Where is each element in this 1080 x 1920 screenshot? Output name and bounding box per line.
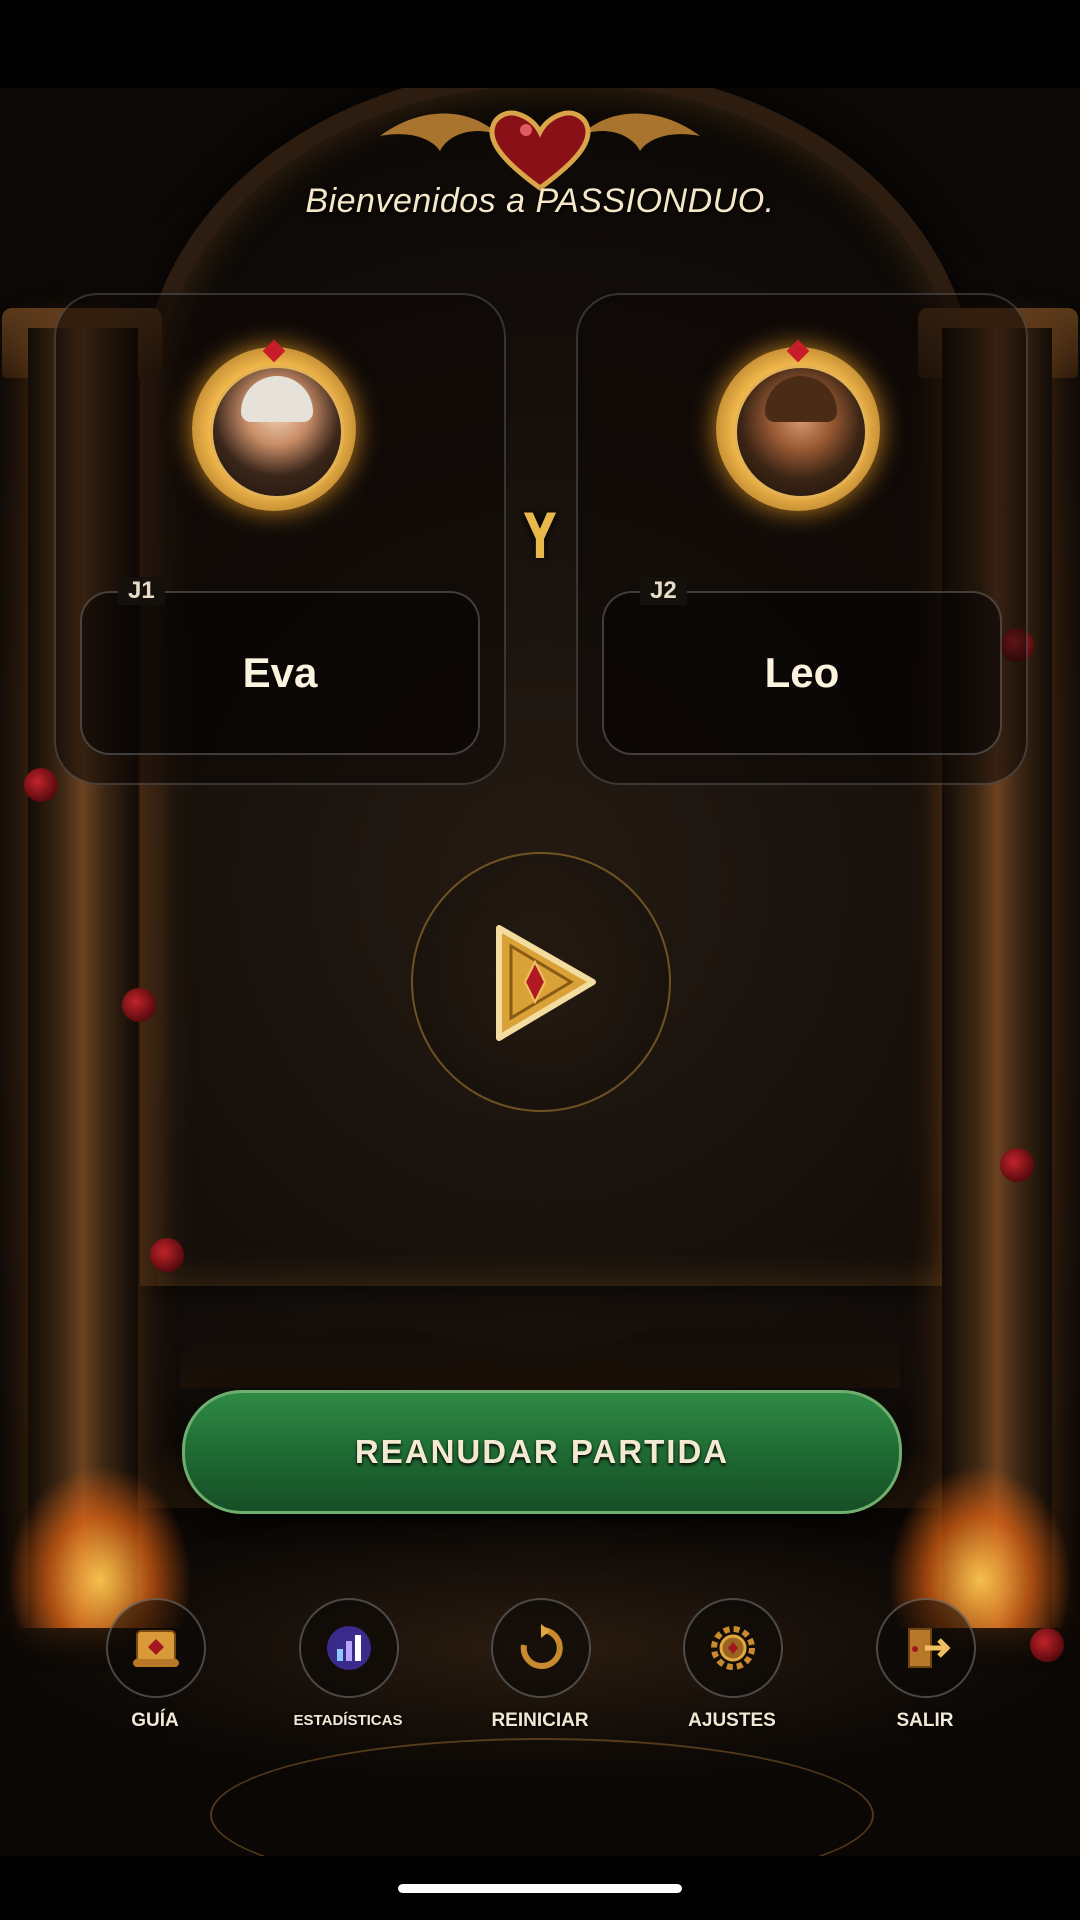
resume-game-button[interactable]: REANUDAR PARTIDA xyxy=(182,1390,902,1514)
menu-restart-circle xyxy=(491,1598,591,1698)
player-2-name: Leo xyxy=(764,649,840,696)
player-2-avatar[interactable] xyxy=(716,339,880,511)
stats-chart-icon xyxy=(327,1626,371,1670)
rose-decoration xyxy=(122,988,156,1022)
player-2-name-field[interactable]: J2 Leo xyxy=(602,577,1002,755)
menu-guide-button[interactable]: GUÍA xyxy=(70,1598,240,1738)
resume-game-label: REANUDAR PARTIDA xyxy=(354,1433,730,1470)
play-button[interactable] xyxy=(411,852,671,1112)
menu-exit-button[interactable]: SALIR xyxy=(840,1598,1010,1738)
home-indicator[interactable] xyxy=(398,1884,682,1893)
menu-stats-circle xyxy=(299,1598,399,1698)
exit-door-icon xyxy=(908,1628,951,1668)
welcome-title: Bienvenidos a PASSIONDUO. xyxy=(305,182,775,220)
menu-exit-circle xyxy=(876,1598,976,1698)
scroll-book-icon xyxy=(133,1630,179,1667)
menu-guide-circle xyxy=(106,1598,206,1698)
player-1-card: J1 Eva xyxy=(54,293,506,785)
rose-decoration xyxy=(1030,1628,1064,1662)
restart-arrow-icon xyxy=(520,1624,563,1669)
menu-exit-label: SALIR xyxy=(896,1710,954,1731)
man-portrait-icon xyxy=(734,365,868,499)
woman-portrait-icon xyxy=(210,365,344,499)
player-1-tag: J1 xyxy=(118,577,165,605)
player-1-name-field[interactable]: J1 Eva xyxy=(80,577,480,755)
connector-letter: Y xyxy=(524,500,556,573)
heart-gem-icon xyxy=(786,339,810,363)
heart-ornament-icon xyxy=(380,110,700,192)
menu-guide-label: GUÍA xyxy=(131,1710,179,1731)
player-2-card: J2 Leo xyxy=(576,293,1028,785)
menu-stats-button[interactable]: ESTADÍSTICAS xyxy=(263,1598,433,1738)
menu-settings-button[interactable]: AJUSTES xyxy=(647,1598,817,1738)
menu-settings-label: AJUSTES xyxy=(688,1710,776,1731)
heart-gem-icon xyxy=(262,339,286,363)
rose-decoration xyxy=(150,1238,184,1272)
menu-settings-circle xyxy=(683,1598,783,1698)
rose-decoration xyxy=(24,768,58,802)
menu-restart-label: REINICIAR xyxy=(491,1710,589,1731)
player-1-avatar[interactable] xyxy=(192,339,356,511)
golden-play-triangle-icon xyxy=(496,925,596,1041)
menu-restart-button[interactable]: REINICIAR xyxy=(455,1598,625,1738)
background-mountains xyxy=(180,1294,900,1388)
player-1-name: Eva xyxy=(242,649,318,696)
menu-stats-label: ESTADÍSTICAS xyxy=(293,1712,403,1729)
gear-icon xyxy=(711,1626,755,1670)
rose-decoration xyxy=(1000,1148,1034,1182)
player-2-tag: J2 xyxy=(640,577,687,605)
